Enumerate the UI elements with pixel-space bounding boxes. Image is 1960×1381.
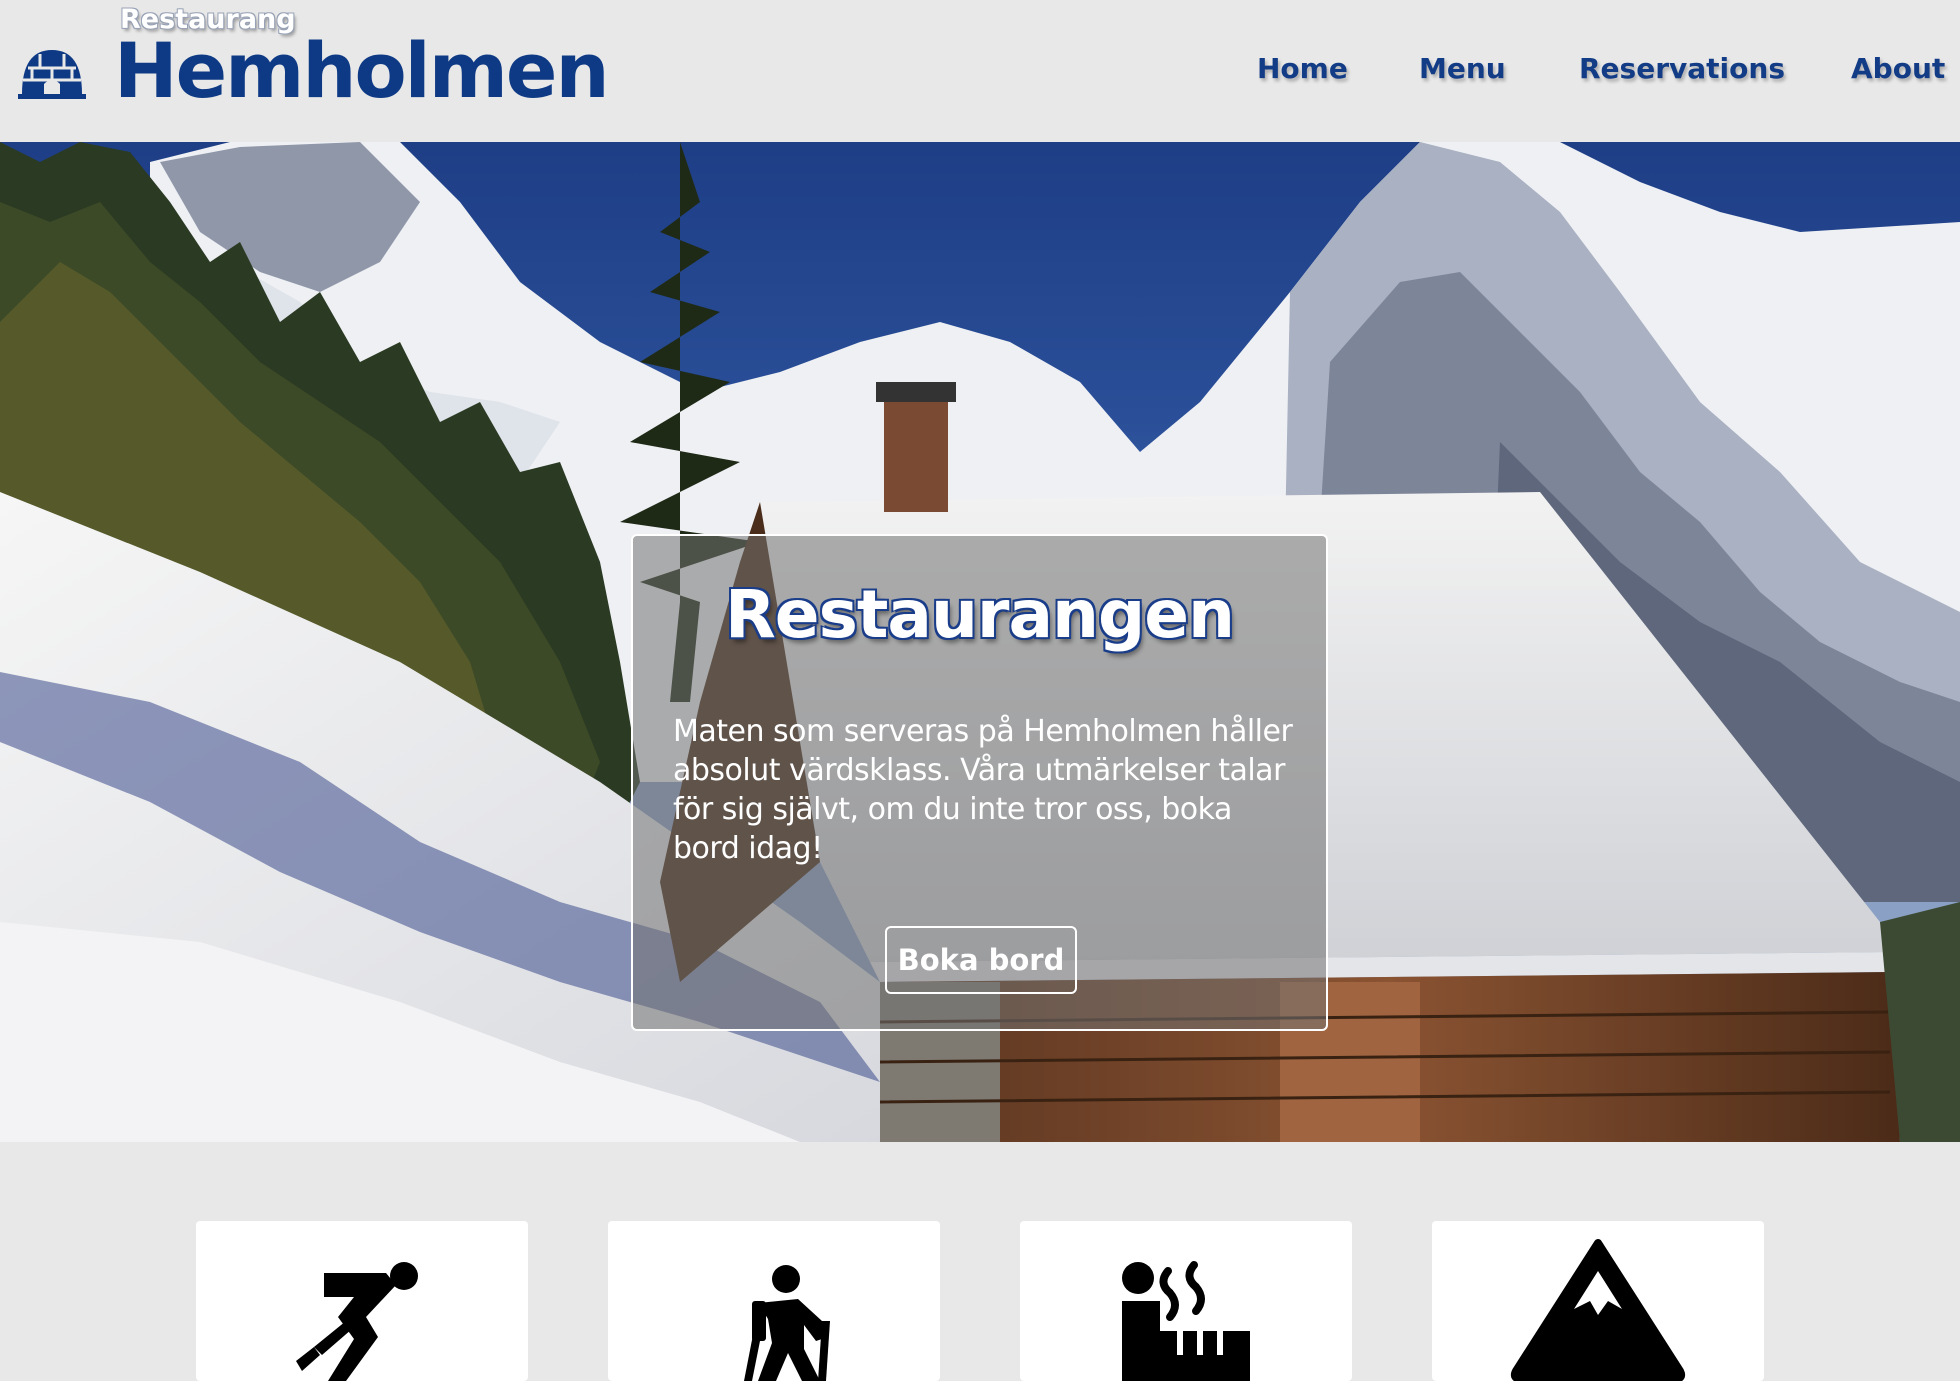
nav-about[interactable]: About bbox=[1851, 52, 1945, 85]
nav-menu[interactable]: Menu bbox=[1419, 52, 1506, 85]
igloo-icon[interactable] bbox=[18, 44, 86, 99]
hero-description: Maten som serveras på Hemholmen håller a… bbox=[673, 714, 1293, 866]
skating-icon bbox=[296, 1262, 418, 1381]
hero-section: Restaurangen Maten som serveras på Hemho… bbox=[0, 142, 1960, 1142]
brand-name[interactable]: Hemholmen bbox=[114, 22, 610, 121]
book-table-button[interactable]: Boka bord bbox=[885, 926, 1077, 994]
activity-card-sauna[interactable] bbox=[1020, 1221, 1352, 1381]
activity-card-skating[interactable] bbox=[196, 1221, 528, 1381]
sauna-icon bbox=[1122, 1261, 1250, 1381]
activity-card-hiking[interactable] bbox=[608, 1221, 940, 1381]
hero-overlay-card: Restaurangen Maten som serveras på Hemho… bbox=[631, 534, 1328, 1031]
activity-card-mountain[interactable] bbox=[1432, 1221, 1764, 1381]
hero-title: Restaurangen bbox=[724, 576, 1235, 653]
hiking-icon bbox=[744, 1265, 830, 1381]
nav-reservations[interactable]: Reservations bbox=[1579, 52, 1785, 85]
site-header: Restaurang Hemholmen Home Menu Reservati… bbox=[0, 0, 1960, 142]
nav-home[interactable]: Home bbox=[1257, 52, 1348, 85]
mountain-icon bbox=[1510, 1239, 1686, 1381]
